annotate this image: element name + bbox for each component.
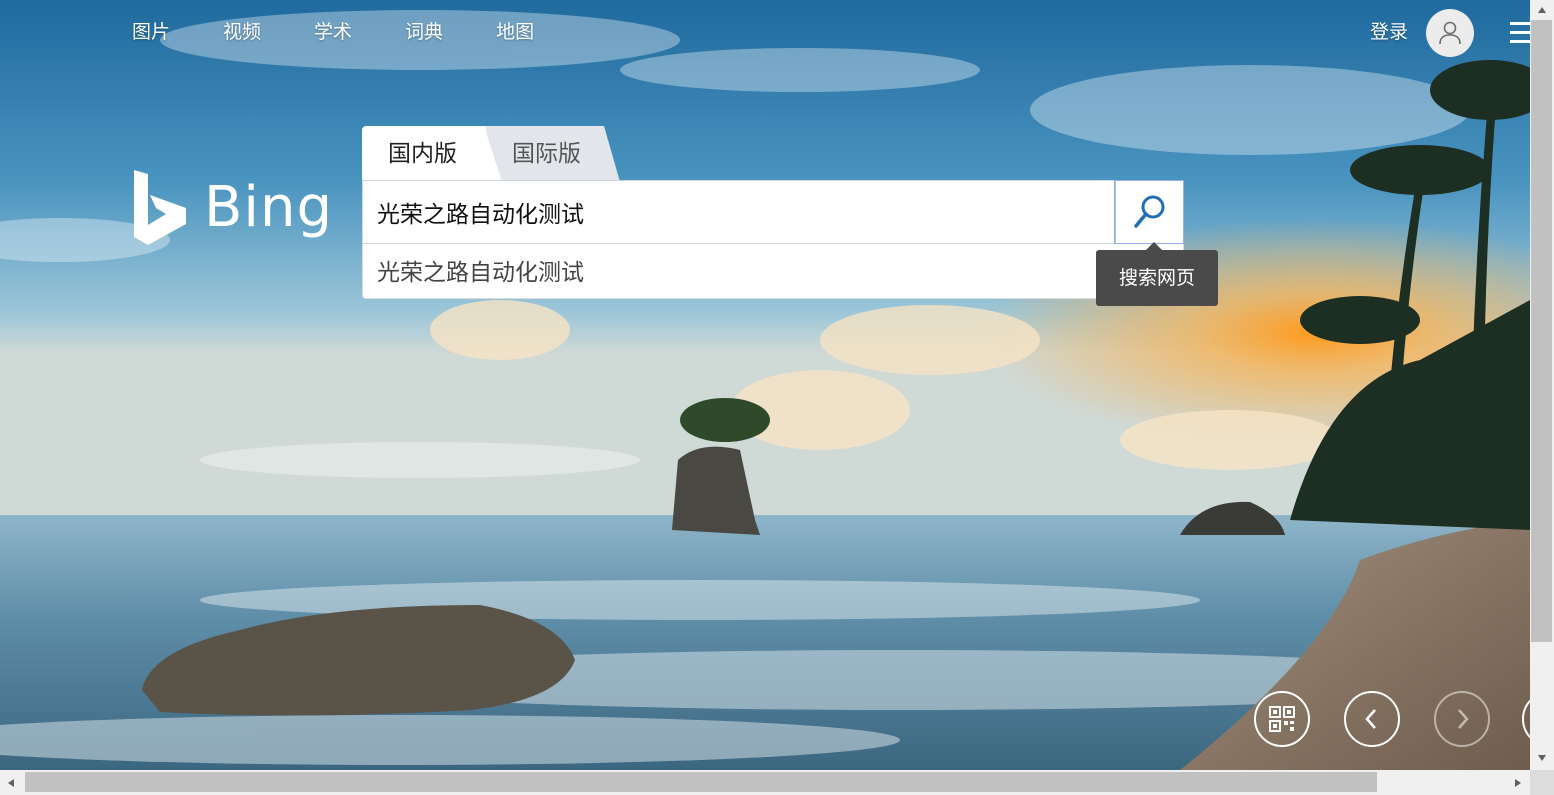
scrollbar-corner — [1530, 770, 1554, 795]
search-input[interactable] — [363, 181, 1115, 243]
background-image — [0, 0, 1530, 770]
user-avatar[interactable] — [1426, 9, 1474, 57]
logo-text: Bing — [204, 175, 334, 240]
search-box — [362, 180, 1184, 244]
tooltip-text: 搜索网页 — [1118, 267, 1195, 289]
nav-link-images[interactable]: 图片 — [132, 20, 170, 44]
scroll-right-arrow-icon[interactable] — [1514, 778, 1522, 788]
scroll-down-arrow-icon[interactable] — [1537, 754, 1547, 762]
qr-code-icon — [1269, 706, 1295, 732]
horizontal-scrollbar[interactable] — [0, 770, 1530, 795]
bing-logo-icon — [134, 170, 186, 245]
search-suggestions: 光荣之路自动化测试 — [362, 244, 1184, 299]
tab-domestic-edge — [484, 126, 502, 182]
tab-international-edge-right — [604, 126, 620, 182]
previous-image-button[interactable] — [1344, 691, 1400, 747]
hamburger-icon[interactable] — [1510, 22, 1530, 44]
nav-link-academic[interactable]: 学术 — [314, 20, 352, 44]
horizontal-scroll-thumb[interactable] — [25, 772, 1377, 792]
chevron-left-icon — [1365, 709, 1376, 729]
bing-logo[interactable]: Bing — [132, 170, 333, 246]
next-image-button[interactable] — [1434, 691, 1490, 747]
top-nav: 图片 视频 学术 词典 地图 — [132, 20, 587, 44]
search-tooltip: 搜索网页 — [1096, 242, 1218, 306]
qr-code-button[interactable] — [1254, 691, 1310, 747]
tab-international[interactable]: 国际版 — [486, 126, 604, 182]
search-button[interactable] — [1114, 180, 1184, 244]
tooltip-arrow — [1146, 242, 1162, 250]
scroll-left-arrow-icon[interactable] — [7, 778, 15, 788]
user-icon — [1439, 21, 1461, 45]
scroll-up-arrow-icon[interactable] — [1537, 6, 1547, 14]
browser-viewport: 图片 视频 学术 词典 地图 登录 Bing 国际版 国内版 光荣之路自动化测试… — [0, 0, 1554, 795]
vertical-scroll-thumb[interactable] — [1531, 20, 1552, 642]
nav-link-videos[interactable]: 视频 — [223, 20, 261, 44]
nav-link-dictionary[interactable]: 词典 — [405, 20, 443, 44]
tab-domestic[interactable]: 国内版 — [362, 126, 486, 182]
vertical-scrollbar[interactable] — [1530, 0, 1554, 770]
chevron-right-icon — [1458, 709, 1469, 729]
nav-link-maps[interactable]: 地图 — [496, 20, 534, 44]
search-icon — [1133, 195, 1164, 228]
suggestion-item[interactable]: 光荣之路自动化测试 — [377, 244, 584, 299]
login-link[interactable]: 登录 — [1370, 20, 1408, 44]
